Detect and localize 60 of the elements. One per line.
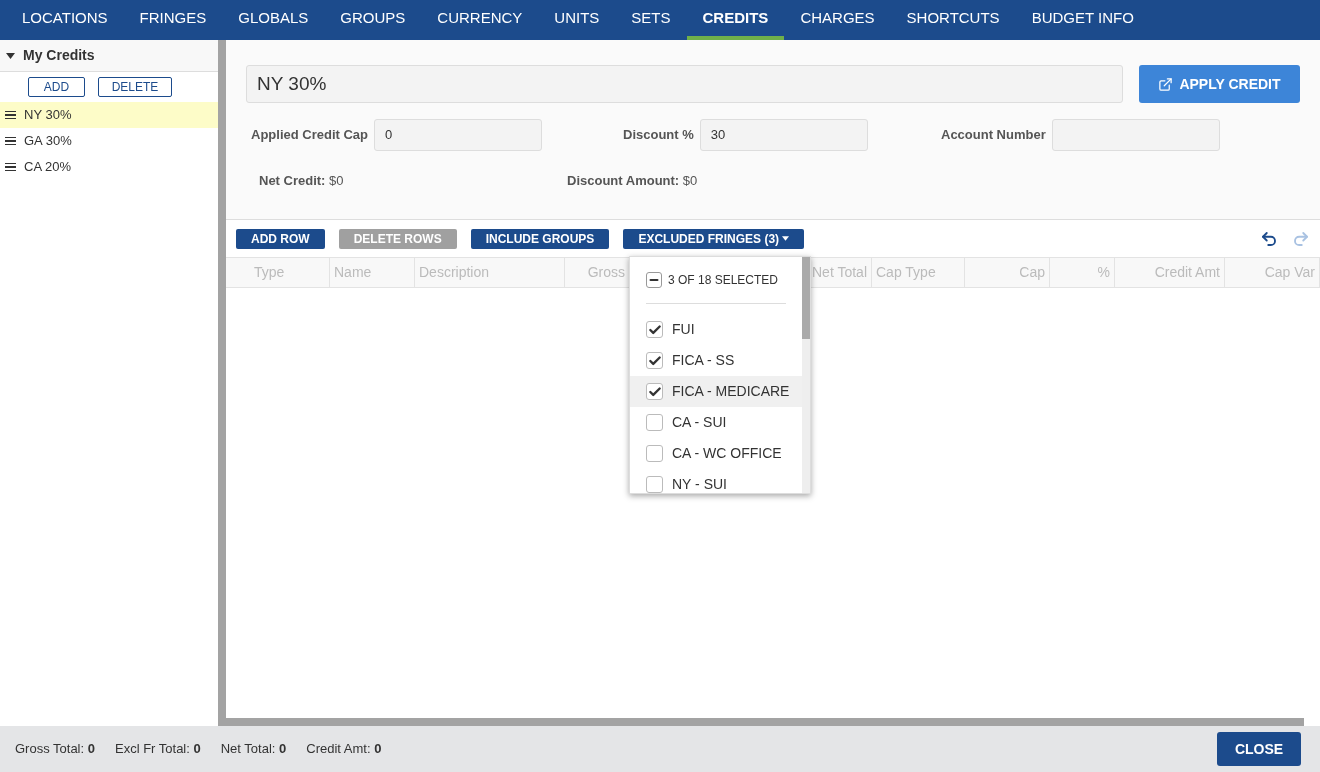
toolbar-button[interactable]: ADD ROW [236,228,325,249]
status-text: Net Total: 0 [220,740,287,759]
nav-tab[interactable]: CURRENCY [421,0,539,40]
nav-tab[interactable]: UNITS [538,0,616,40]
toolbar-button[interactable]: INCLUDE GROUPS [470,228,610,249]
fringe-option[interactable]: NY - SUI [630,469,802,493]
sidebar-button[interactable]: ADD [28,77,85,97]
field-label: Discount % [623,126,694,145]
sidebar-button[interactable]: DELETE [98,77,172,97]
toolbar-button[interactable]: EXCLUDED FRINGES (3) [623,228,805,249]
nav-tab[interactable]: BUDGET INFO [1015,0,1150,40]
fringe-option[interactable]: FICA - MEDICARE [630,376,802,407]
status-text: Gross Total: 0 [15,740,95,759]
sidebar-item[interactable]: NY 30% [0,102,218,128]
share-icon [1158,76,1174,92]
nav-tab[interactable]: FRINGES [123,0,223,40]
check-icon [647,353,662,368]
horizontal-scrollbar[interactable] [226,718,1304,726]
summary-text: Discount Amount: $0 [567,172,698,190]
field-label: Applied Credit Cap [251,126,368,145]
caret-icon[interactable] [782,236,790,241]
nav-tab[interactable]: SETS [615,0,687,40]
check-icon [647,384,662,399]
select-all-checkbox[interactable] [646,272,662,288]
checkbox[interactable] [646,352,663,369]
status-text: Excl Fr Total: 0 [114,740,201,759]
drag-handle-icon[interactable] [5,136,16,146]
sidebar-item[interactable]: GA 30% [0,128,218,154]
checkbox[interactable] [646,445,663,462]
input-field[interactable]: 0 [374,119,542,151]
checkbox[interactable] [646,476,663,493]
checkbox[interactable] [646,414,663,431]
close-button[interactable]: CLOSE [1217,732,1301,766]
sidebar-item[interactable]: CA 20% [0,154,218,180]
check-icon [647,322,662,337]
nav-tab[interactable]: GLOBALS [222,0,325,40]
drag-handle-icon[interactable] [5,162,16,172]
caret-icon[interactable] [6,52,15,59]
apply-credit-button[interactable]: APPLY CREDIT [1139,65,1300,103]
nav-tab[interactable]: LOCATIONS [6,0,124,40]
fringe-option[interactable]: CA - WC OFFICE [630,438,802,469]
nav-tab[interactable]: SHORTCUTS [890,0,1016,40]
input-field[interactable]: 30 [699,119,868,151]
summary-text: Net Credit: $0 [259,172,345,190]
fringe-option[interactable]: FICA - SS [630,345,802,376]
nav-tab[interactable]: CHARGES [784,0,891,40]
status-text: Credit Amt: 0 [306,740,382,759]
selection-summary: 3 OF 18 SELECTED [668,272,779,289]
nav-tab[interactable]: GROUPS [324,0,422,40]
drag-handle-icon[interactable] [5,110,16,120]
input-field[interactable] [1051,119,1220,151]
fringe-option[interactable]: FUI [630,314,802,345]
undo-icon[interactable] [1260,229,1278,248]
scrollbar-thumb[interactable] [802,257,810,339]
credit-name-field[interactable]: NY 30% [246,65,1123,103]
sidebar-title: My Credits [23,46,95,65]
checkbox[interactable] [646,383,663,400]
checkbox[interactable] [646,321,663,338]
fringe-option[interactable]: CA - SUI [630,407,802,438]
field-label: Account Number [941,126,1046,145]
